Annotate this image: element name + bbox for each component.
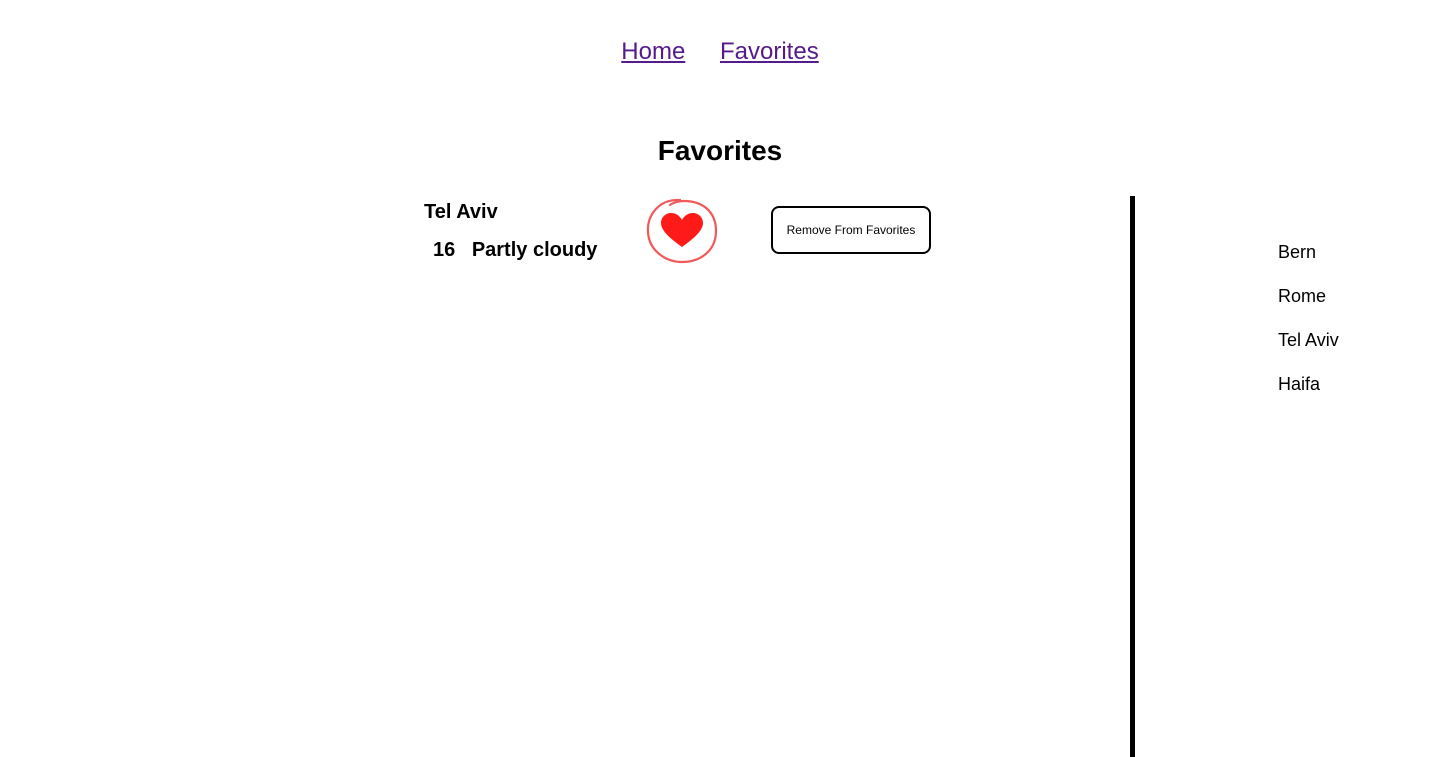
nav-link-home[interactable]: Home (621, 38, 685, 65)
nav-link-favorites[interactable]: Favorites (720, 38, 819, 65)
vertical-divider (1130, 196, 1135, 757)
city-list-item-tel-aviv[interactable]: Tel Aviv (1278, 328, 1339, 372)
page: Home Favorites Favorites Tel Aviv 16 Par… (0, 0, 1440, 757)
city-list-item-haifa[interactable]: Haifa (1278, 372, 1339, 416)
heart-svg (646, 198, 718, 264)
remove-from-favorites-button[interactable]: Remove From Favorites (771, 206, 931, 254)
city-list-item-bern[interactable]: Bern (1278, 240, 1339, 284)
top-nav: Home Favorites (0, 38, 1440, 66)
favorite-weather: 16 Partly cloudy (433, 239, 597, 262)
favorites-city-list: Bern Rome Tel Aviv Haifa (1278, 240, 1339, 416)
favorite-condition: Partly cloudy (471, 239, 598, 261)
city-list-item-rome[interactable]: Rome (1278, 284, 1339, 328)
favorite-temperature: 16 (433, 239, 456, 261)
heart-shape (661, 213, 703, 247)
favorite-city-name: Tel Aviv (424, 201, 498, 223)
heart-icon[interactable] (644, 196, 720, 266)
favorite-card: Tel Aviv 16 Partly cloudy Remove From Fa… (424, 196, 944, 276)
page-title: Favorites (657, 135, 783, 166)
